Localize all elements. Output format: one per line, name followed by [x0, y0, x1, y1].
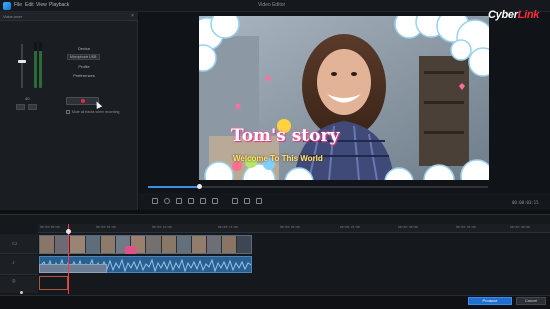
video-clip[interactable] — [39, 235, 252, 254]
cyberlink-logo: CyberLink — [488, 9, 540, 21]
timeline-zoom-handle[interactable] — [20, 291, 23, 294]
preferences-label[interactable]: Preferences — [66, 73, 102, 78]
clip-thumbnail — [191, 236, 208, 253]
ruler-tick: 00:00:30:00 — [398, 225, 418, 229]
effect-clip[interactable] — [125, 246, 136, 254]
title-clip[interactable] — [39, 264, 107, 273]
volume-slider-track[interactable] — [21, 44, 23, 88]
clip-thumbnail — [161, 236, 177, 253]
audio-track-header[interactable] — [0, 255, 38, 275]
profile-label: Profile — [78, 64, 90, 69]
clip-thumbnail — [207, 236, 223, 253]
playhead-handle[interactable] — [66, 229, 71, 234]
playback-progress-fill — [148, 186, 199, 188]
ruler-tick: 00:00:00:00 — [40, 225, 60, 229]
video-preview[interactable]: Tom's story Welcome To This World — [199, 16, 489, 180]
video-track-icon: ▭ — [12, 241, 18, 247]
menu-file[interactable]: File — [14, 2, 22, 8]
ruler-tick: 00:00:40:00 — [510, 225, 530, 229]
settings-icon[interactable] — [256, 198, 262, 204]
play-icon[interactable] — [164, 198, 170, 204]
volume-icon[interactable] — [212, 198, 218, 204]
fast-forward-icon[interactable] — [200, 198, 206, 204]
ruler-tick: 00:00:35:00 — [456, 225, 476, 229]
mute-tracks-checkbox[interactable] — [66, 110, 70, 114]
music-note-icon: ♪ — [12, 260, 15, 266]
clip-thumbnail — [222, 236, 238, 253]
window-title: Video Editor — [258, 2, 286, 8]
video-title-overlay: Tom's story — [231, 126, 340, 146]
close-icon[interactable]: × — [131, 13, 134, 19]
volume-value: 40 — [25, 96, 30, 101]
app-logo-icon — [3, 2, 11, 10]
menu-playback[interactable]: Playback — [49, 2, 69, 8]
device-select[interactable]: Microphone USB — [67, 54, 100, 60]
mixer-left-button[interactable] — [16, 104, 25, 110]
record-icon — [81, 99, 85, 103]
voice-over-slot[interactable] — [39, 276, 68, 290]
voice-track-header[interactable] — [0, 276, 38, 293]
timecode-display: 00:00:03:15 — [512, 200, 539, 205]
previous-frame-icon[interactable] — [176, 198, 182, 204]
vu-meter-right — [39, 42, 42, 88]
timeline-playhead[interactable] — [68, 224, 69, 294]
ruler-tick: 00:00:25:00 — [340, 225, 360, 229]
device-label: Device — [77, 46, 91, 51]
clip-thumbnail — [70, 236, 86, 253]
vu-meter-left — [34, 42, 37, 88]
fullscreen-icon[interactable] — [244, 198, 250, 204]
clip-thumbnail — [85, 236, 101, 253]
cancel-button[interactable]: Cancel — [516, 297, 546, 305]
volume-slider-thumb[interactable] — [18, 60, 26, 63]
snapshot-icon[interactable] — [232, 198, 238, 204]
panel-title: Voice-over — [3, 14, 22, 19]
clip-thumbnail — [176, 236, 192, 253]
ruler-tick: 00:00:15:00 — [218, 225, 238, 229]
produce-button[interactable]: Produce — [468, 297, 512, 305]
mute-tracks-label: Mute all tracks when recording — [72, 110, 120, 114]
clip-thumbnail — [100, 236, 116, 253]
ruler-tick: 00:00:20:00 — [280, 225, 300, 229]
menu-edit[interactable]: Edit — [25, 2, 34, 8]
video-track-header[interactable] — [0, 234, 38, 254]
menu-view[interactable]: View — [36, 2, 47, 8]
mixer-right-button[interactable] — [28, 104, 37, 110]
playback-progress-knob[interactable] — [197, 184, 202, 189]
stop-icon[interactable] — [152, 198, 158, 204]
ruler-tick: 00:00:10:00 — [152, 225, 172, 229]
microphone-icon: ⌾ — [12, 279, 16, 285]
clip-thumbnail — [146, 236, 162, 253]
next-frame-icon[interactable] — [188, 198, 194, 204]
video-subtitle-overlay: Welcome To This World — [233, 154, 323, 163]
clip-thumbnail — [40, 236, 56, 253]
ruler-tick: 00:00:05:00 — [96, 225, 116, 229]
